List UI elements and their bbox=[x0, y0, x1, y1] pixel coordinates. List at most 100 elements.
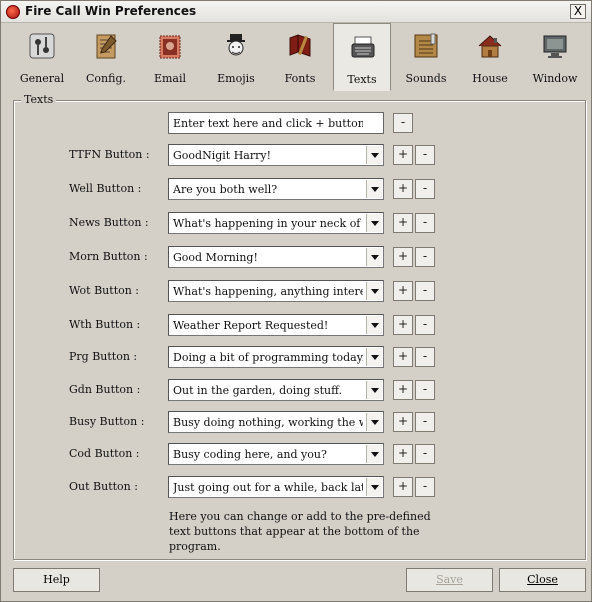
tab-label-window: Window bbox=[532, 72, 578, 85]
cod-remove-button[interactable]: - bbox=[415, 444, 435, 464]
ttfn-remove-button[interactable]: - bbox=[415, 145, 435, 165]
notepad-icon bbox=[89, 29, 123, 63]
cod-button-combo[interactable]: Busy coding here, and you? bbox=[168, 443, 384, 465]
gentleman-icon bbox=[219, 29, 253, 63]
well-remove-button[interactable]: - bbox=[415, 179, 435, 199]
tab-label-general: General bbox=[19, 72, 65, 85]
busy-button-value: Busy doing nothing, working the whole da bbox=[173, 416, 363, 429]
save-button[interactable]: Save bbox=[406, 568, 493, 592]
tab-house[interactable]: House bbox=[461, 23, 519, 91]
chevron-down-icon[interactable] bbox=[366, 348, 382, 366]
ttfn-button-value: GoodNigit Harry! bbox=[173, 149, 271, 162]
wth-button-value: Weather Report Requested! bbox=[173, 319, 329, 332]
ttfn-add-button[interactable]: + bbox=[393, 145, 413, 165]
row-label-prg: Prg Button : bbox=[69, 350, 138, 363]
prg-button-value: Doing a bit of programming today... bbox=[173, 351, 363, 364]
prg-add-button[interactable]: + bbox=[393, 347, 413, 367]
out-button-value: Just going out for a while, back later! bbox=[173, 481, 363, 494]
chevron-down-icon[interactable] bbox=[366, 146, 382, 164]
tab-emojis[interactable]: Emojis bbox=[207, 23, 265, 91]
app-icon bbox=[6, 5, 20, 19]
clear-entry-button[interactable]: - bbox=[393, 113, 413, 133]
tab-sounds[interactable]: Sounds bbox=[397, 23, 455, 91]
row-label-out: Out Button : bbox=[69, 480, 138, 493]
chevron-down-icon[interactable] bbox=[366, 413, 382, 431]
news-button-combo[interactable]: What's happening in your neck of the woo bbox=[168, 212, 384, 234]
new-text-placeholder: Enter text here and click + button below bbox=[173, 117, 363, 130]
tab-window[interactable]: Window bbox=[526, 23, 584, 91]
news-button-value: What's happening in your neck of the woo bbox=[173, 217, 363, 230]
wot-button-combo[interactable]: What's happening, anything interesting? bbox=[168, 280, 384, 302]
busy-button-combo[interactable]: Busy doing nothing, working the whole da bbox=[168, 411, 384, 433]
gdn-button-combo[interactable]: Out in the garden, doing stuff. bbox=[168, 379, 384, 401]
row-label-cod: Cod Button : bbox=[69, 447, 140, 460]
gdn-button-value: Out in the garden, doing stuff. bbox=[173, 384, 342, 397]
save-button-label: Save bbox=[436, 573, 463, 586]
chevron-down-icon[interactable] bbox=[366, 282, 382, 300]
ttfn-button-combo[interactable]: GoodNigit Harry! bbox=[168, 144, 384, 166]
row-label-ttfn: TTFN Button : bbox=[69, 148, 150, 161]
new-text-input[interactable]: Enter text here and click + button below bbox=[168, 112, 384, 134]
prg-button-combo[interactable]: Doing a bit of programming today... bbox=[168, 346, 384, 368]
texts-group-label: Texts bbox=[21, 93, 57, 106]
row-label-busy: Busy Button : bbox=[69, 415, 145, 428]
morn-add-button[interactable]: + bbox=[393, 247, 413, 267]
tab-config[interactable]: Config. bbox=[77, 23, 135, 91]
gdn-remove-button[interactable]: - bbox=[415, 380, 435, 400]
chevron-down-icon[interactable] bbox=[366, 180, 382, 198]
book-icon bbox=[283, 29, 317, 63]
morn-remove-button[interactable]: - bbox=[415, 247, 435, 267]
row-label-news: News Button : bbox=[69, 216, 149, 229]
cod-add-button[interactable]: + bbox=[393, 444, 413, 464]
chevron-down-icon[interactable] bbox=[366, 478, 382, 496]
switch-icon bbox=[25, 29, 59, 63]
wth-button-combo[interactable]: Weather Report Requested! bbox=[168, 314, 384, 336]
row-label-morn: Morn Button : bbox=[69, 250, 148, 263]
tab-label-fonts: Fonts bbox=[284, 72, 316, 85]
busy-add-button[interactable]: + bbox=[393, 412, 413, 432]
wot-remove-button[interactable]: - bbox=[415, 281, 435, 301]
wth-remove-button[interactable]: - bbox=[415, 315, 435, 335]
tab-fonts[interactable]: Fonts bbox=[271, 23, 329, 91]
wth-add-button[interactable]: + bbox=[393, 315, 413, 335]
chevron-down-icon[interactable] bbox=[366, 316, 382, 334]
tab-general[interactable]: General bbox=[13, 23, 71, 91]
tab-label-sounds: Sounds bbox=[405, 72, 447, 85]
tab-label-texts: Texts bbox=[347, 73, 377, 86]
out-remove-button[interactable]: - bbox=[415, 477, 435, 497]
chevron-down-icon[interactable] bbox=[366, 445, 382, 463]
speaker-icon bbox=[409, 29, 443, 63]
news-remove-button[interactable]: - bbox=[415, 213, 435, 233]
close-window-button[interactable]: X bbox=[570, 4, 586, 19]
morn-button-value: Good Morning! bbox=[173, 251, 258, 264]
busy-remove-button[interactable]: - bbox=[415, 412, 435, 432]
stamp-icon bbox=[153, 29, 187, 63]
tab-label-config: Config. bbox=[86, 72, 126, 85]
wot-add-button[interactable]: + bbox=[393, 281, 413, 301]
out-add-button[interactable]: + bbox=[393, 477, 413, 497]
well-button-value: Are you both well? bbox=[173, 183, 278, 196]
well-add-button[interactable]: + bbox=[393, 179, 413, 199]
news-add-button[interactable]: + bbox=[393, 213, 413, 233]
tab-texts[interactable]: Texts bbox=[333, 23, 391, 91]
row-label-wth: Wth Button : bbox=[69, 318, 141, 331]
chevron-down-icon[interactable] bbox=[366, 248, 382, 266]
out-button-combo[interactable]: Just going out for a while, back later! bbox=[168, 476, 384, 498]
window-title: Fire Call Win Preferences bbox=[25, 4, 197, 18]
help-button[interactable]: Help bbox=[13, 568, 100, 592]
morn-button-combo[interactable]: Good Morning! bbox=[168, 246, 384, 268]
title-bar: Fire Call Win Preferences X bbox=[1, 1, 591, 23]
gdn-add-button[interactable]: + bbox=[393, 380, 413, 400]
close-button[interactable]: Close bbox=[499, 568, 586, 592]
close-button-label: Close bbox=[527, 573, 558, 586]
preferences-toolbar: General Config. Email Emojis Fonts Texts… bbox=[1, 23, 591, 91]
well-button-combo[interactable]: Are you both well? bbox=[168, 178, 384, 200]
tab-label-email: Email bbox=[153, 72, 187, 85]
prg-remove-button[interactable]: - bbox=[415, 347, 435, 367]
house-icon bbox=[473, 29, 507, 63]
chevron-down-icon[interactable] bbox=[366, 214, 382, 232]
row-label-wot: Wot Button : bbox=[69, 284, 140, 297]
tab-email[interactable]: Email bbox=[141, 23, 199, 91]
texts-help-note: Here you can change or add to the pre-de… bbox=[169, 510, 431, 553]
chevron-down-icon[interactable] bbox=[366, 381, 382, 399]
